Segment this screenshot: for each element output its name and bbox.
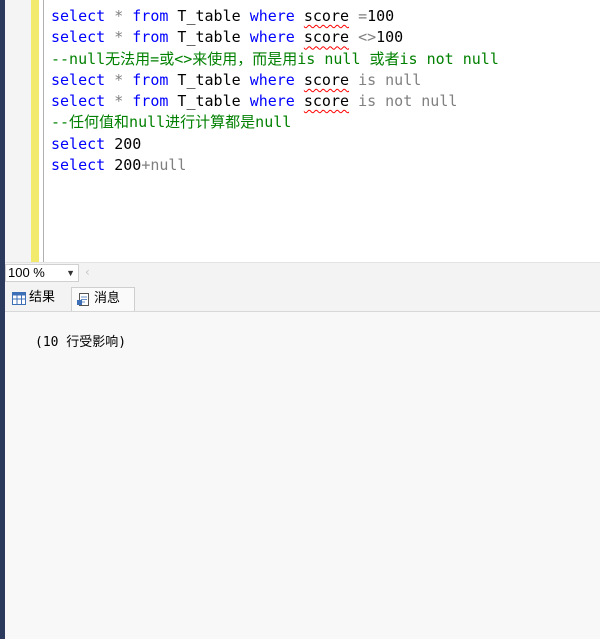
code-token: 200 — [105, 156, 142, 175]
code-token: where — [249, 70, 295, 89]
code-token: from — [132, 92, 169, 111]
code-token: 200 — [105, 134, 142, 153]
tab-results-label: 结果 — [29, 290, 56, 305]
code-token: * — [114, 70, 124, 89]
code-token: select — [51, 70, 106, 89]
code-token: is not null — [358, 92, 458, 111]
code-token: where — [249, 28, 295, 47]
code-token: * — [114, 7, 124, 25]
outline-margin — [43, 0, 44, 262]
scroll-left-arrow-icon[interactable]: ‹ — [85, 265, 90, 279]
code-token: from — [132, 28, 169, 47]
tab-messages[interactable]: 消息 — [71, 287, 135, 311]
code-line[interactable]: select 200+null — [51, 155, 499, 176]
code-token: * — [114, 28, 124, 47]
code-line[interactable]: --null无法用=或<>来使用，而是用is null 或者is not nul… — [51, 49, 499, 70]
code-token: select — [51, 7, 106, 25]
code-token: 100 — [367, 7, 395, 25]
code-token: --任何值和null进行计算都是null — [51, 113, 292, 132]
code-token: score — [303, 92, 350, 111]
code-token: * — [114, 92, 124, 111]
code-line[interactable]: select * from T_table where score =100 — [51, 6, 499, 27]
code-token: T_table — [168, 92, 250, 111]
zoom-value: 100 % — [8, 265, 45, 280]
code-token: = — [358, 7, 368, 25]
code-token: select — [51, 156, 106, 175]
code-line[interactable]: select * from T_table where score <>100 — [51, 27, 499, 48]
code-token: select — [51, 92, 106, 111]
code-token: score — [303, 28, 350, 47]
document-icon — [77, 293, 89, 306]
code-token: is null — [358, 70, 422, 89]
code-line[interactable]: select * from T_table where score is not… — [51, 91, 499, 112]
tab-messages-label: 消息 — [94, 291, 121, 306]
code-line[interactable]: --任何值和null进行计算都是null — [51, 112, 499, 133]
zoom-select[interactable]: 100 % ▼ — [5, 264, 79, 282]
code-token: select — [51, 134, 106, 153]
result-tabs: 结果 消息 — [5, 283, 600, 312]
chevron-down-icon[interactable]: ▼ — [66, 265, 75, 281]
code-token: score — [303, 70, 350, 89]
change-tracking-bar — [31, 0, 39, 262]
code-lines[interactable]: select * from T_table where score =100 se… — [51, 6, 499, 176]
messages-pane[interactable]: (10 行受影响) — [5, 312, 600, 639]
code-line[interactable]: select 200 — [51, 134, 499, 155]
editor-gutter — [5, 0, 31, 262]
zoom-bar: 100 % ▼ ‹ — [5, 262, 600, 283]
sql-editor[interactable]: select * from T_table where score =100 se… — [5, 0, 600, 262]
code-token: <> — [358, 28, 377, 47]
code-token: --null无法用=或<>来使用，而是用is null 或者is not nul… — [51, 49, 499, 68]
code-token: where — [249, 92, 295, 111]
code-token: T_table — [168, 7, 250, 25]
code-token: from — [132, 7, 169, 25]
code-token: score — [303, 7, 350, 25]
code-token: where — [249, 7, 295, 25]
tab-results[interactable]: 结果 — [7, 287, 69, 311]
code-token: T_table — [168, 28, 250, 47]
code-token: from — [132, 70, 169, 89]
code-token: T_table — [168, 70, 250, 89]
code-token: select — [51, 28, 106, 47]
message-text: (10 行受影响) — [35, 335, 127, 350]
code-line[interactable]: select * from T_table where score is nul… — [51, 70, 499, 91]
grid-icon — [12, 292, 26, 305]
code-token: 100 — [376, 28, 404, 47]
code-token: +null — [141, 156, 187, 175]
